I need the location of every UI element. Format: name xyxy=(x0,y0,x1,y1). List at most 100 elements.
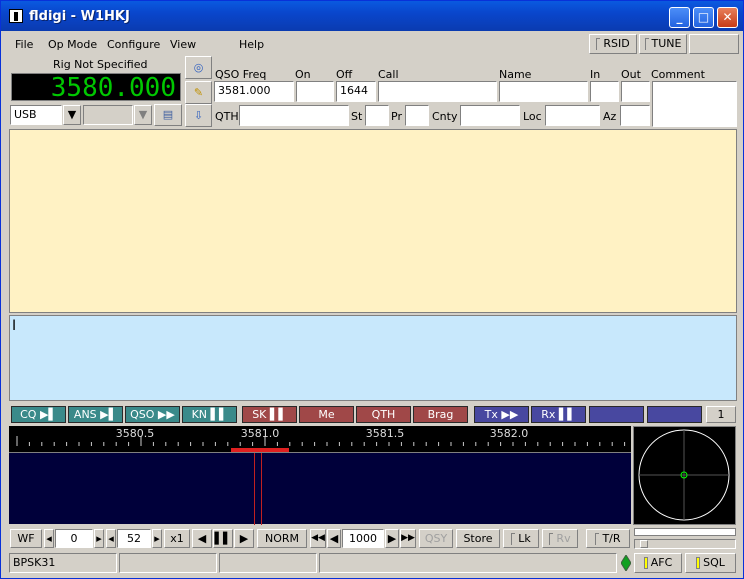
frequency-display[interactable]: 3580.000 xyxy=(11,73,181,102)
macro-button-3[interactable]: QSO ▶▶ xyxy=(125,406,180,423)
menu-view[interactable]: View xyxy=(170,38,196,51)
menu-op-mode[interactable]: Op Mode xyxy=(48,38,97,51)
out-label: Out xyxy=(621,68,641,81)
receive-text-area[interactable] xyxy=(9,129,737,313)
macro-button-7[interactable]: QTH xyxy=(356,406,411,423)
clear-log-icon[interactable]: ✎ xyxy=(185,81,212,104)
macro-button-4[interactable]: KN ▌▌ xyxy=(182,406,237,423)
mode-select[interactable]: USB xyxy=(10,105,62,125)
offset-field[interactable]: 0 xyxy=(55,529,93,548)
locator-field[interactable] xyxy=(545,105,600,126)
freq-list-icon[interactable]: ▤ xyxy=(154,104,182,126)
macro-set-button[interactable]: 1 xyxy=(706,406,736,423)
freq-up[interactable]: ▶ xyxy=(385,529,399,548)
macro-button-11[interactable] xyxy=(589,406,644,423)
scale-label: 3581.5 xyxy=(366,427,405,440)
sql-button[interactable]: SQL xyxy=(685,553,736,573)
maximize-button[interactable]: □ xyxy=(693,7,714,28)
bandwidth-dropdown-icon[interactable]: ▼ xyxy=(134,105,152,125)
scale-label: 3580.5 xyxy=(116,427,155,440)
norm-button[interactable]: NORM xyxy=(257,529,307,548)
zoom-button[interactable]: x1 xyxy=(164,529,190,548)
title-bar[interactable]: fldigi - W1HKJ _ □ ✕ xyxy=(1,1,743,31)
minimize-button[interactable]: _ xyxy=(669,7,690,28)
waterfall-display[interactable] xyxy=(9,452,631,525)
macro-button-6[interactable]: Me xyxy=(299,406,354,423)
state-field[interactable] xyxy=(365,105,389,126)
tune-indicator xyxy=(644,38,649,50)
save-log-icon[interactable]: ⇩ xyxy=(185,104,212,127)
spare-button[interactable] xyxy=(689,34,739,54)
call-field[interactable] xyxy=(378,81,497,102)
mode-status[interactable]: BPSK31 xyxy=(9,553,117,573)
waterfall-mode-button[interactable]: WF xyxy=(10,529,42,548)
lock-button[interactable]: Lk xyxy=(503,529,539,548)
scale-label: 3582.0 xyxy=(490,427,529,440)
macro-button-8[interactable]: Brag xyxy=(413,406,468,423)
transmit-text-area[interactable]: I xyxy=(9,315,737,401)
tr-button[interactable]: T/R xyxy=(586,529,630,548)
qth-field[interactable] xyxy=(239,105,349,126)
squelch-slider[interactable] xyxy=(634,539,736,549)
tune-button[interactable]: TUNE xyxy=(639,34,687,54)
mode-dropdown-icon[interactable]: ▼ xyxy=(63,105,81,125)
log-search-icon[interactable]: ◎ xyxy=(185,56,212,79)
macro-button-5[interactable]: SK ▌▌ xyxy=(242,406,297,423)
rst-in-field[interactable] xyxy=(590,81,619,102)
text-cursor: I xyxy=(12,318,17,334)
rst-out-field[interactable] xyxy=(621,81,650,102)
rsid-button[interactable]: RSID xyxy=(589,34,637,54)
level-field[interactable]: 52 xyxy=(117,529,151,548)
macro-button-10[interactable]: Rx ▌▌ xyxy=(531,406,586,423)
faster-button[interactable]: ▶ xyxy=(234,529,254,548)
offset-increase[interactable]: ▸ xyxy=(94,529,104,548)
macro-button-9[interactable]: Tx ▶▶ xyxy=(474,406,529,423)
carrier-field[interactable]: 1000 xyxy=(342,529,384,548)
status-field-3 xyxy=(219,553,317,573)
time-off-field[interactable]: 1644 xyxy=(336,81,376,102)
close-button[interactable]: ✕ xyxy=(717,7,738,28)
menu-file[interactable]: File xyxy=(15,38,33,51)
qth-label: QTH xyxy=(215,110,239,123)
azimuth-field[interactable] xyxy=(620,105,650,126)
off-label: Off xyxy=(336,68,353,81)
afc-button[interactable]: AFC xyxy=(634,553,682,573)
reverse-button[interactable]: Rv xyxy=(542,529,578,548)
squelch-slider-handle[interactable] xyxy=(640,540,648,548)
bandwidth-select[interactable] xyxy=(83,105,133,125)
frequency-scale[interactable]: 3580.5 3581.0 3581.5 3582.0 xyxy=(9,426,631,452)
country-field[interactable] xyxy=(460,105,520,126)
pause-button[interactable]: ▌▌ xyxy=(213,529,233,548)
macro-button-12[interactable] xyxy=(647,406,702,423)
azimuth-label: Az xyxy=(603,110,617,123)
freq-down[interactable]: ◀ xyxy=(327,529,341,548)
phase-scope xyxy=(633,426,736,525)
macro-button-1[interactable]: CQ ▶▌ xyxy=(11,406,66,423)
tx-indicator-icon xyxy=(620,554,632,572)
freq-fast-down[interactable]: ◀◀ xyxy=(310,529,326,548)
qsy-button[interactable]: QSY xyxy=(419,529,453,548)
scale-label: 3581.0 xyxy=(241,427,280,440)
country-label: Cnty xyxy=(432,110,458,123)
level-increase[interactable]: ▸ xyxy=(152,529,162,548)
name-field[interactable] xyxy=(499,81,588,102)
comment-label: Comment xyxy=(651,68,705,81)
slower-button[interactable]: ◀ xyxy=(192,529,212,548)
qso-freq-field[interactable]: 3581.000 xyxy=(214,81,294,102)
time-on-field[interactable] xyxy=(296,81,334,102)
menu-help[interactable]: Help xyxy=(239,38,264,51)
signal-marker-left xyxy=(254,453,255,525)
offset-decrease[interactable]: ◂ xyxy=(44,529,54,548)
menu-configure[interactable]: Configure xyxy=(107,38,160,51)
freq-fast-up[interactable]: ▶▶ xyxy=(400,529,416,548)
call-label: Call xyxy=(378,68,399,81)
menu-bar: File Op Mode Configure View Help RSID TU… xyxy=(3,33,741,55)
window-title: fldigi - W1HKJ xyxy=(29,9,130,24)
province-field[interactable] xyxy=(405,105,429,126)
store-button[interactable]: Store xyxy=(456,529,500,548)
status-message xyxy=(319,553,617,573)
macro-button-2[interactable]: ANS ▶▌ xyxy=(68,406,123,423)
in-label: In xyxy=(590,68,601,81)
level-decrease[interactable]: ◂ xyxy=(106,529,116,548)
comment-field[interactable] xyxy=(652,81,737,127)
